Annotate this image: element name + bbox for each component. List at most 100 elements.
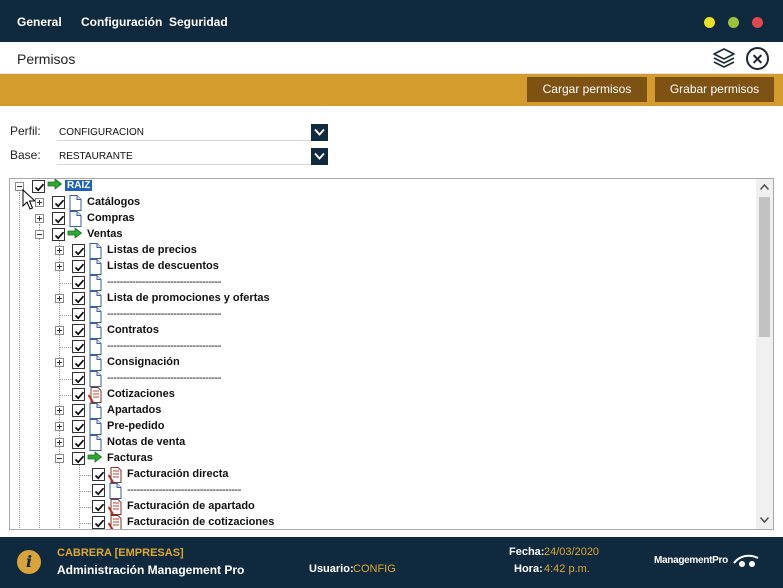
- top-navigation-bar: General Configuración Seguridad: [0, 0, 783, 42]
- checkbox[interactable]: [72, 420, 85, 433]
- checkbox[interactable]: [52, 196, 65, 209]
- document-icon: [88, 419, 102, 435]
- fecha-label: Fecha:: [509, 546, 545, 558]
- tree-node-facturas[interactable]: Facturas: [10, 451, 750, 467]
- checkbox[interactable]: [72, 308, 85, 321]
- expand-toggle[interactable]: [55, 326, 64, 335]
- checkbox[interactable]: [72, 276, 85, 289]
- tree-node-contratos[interactable]: Contratos: [10, 323, 750, 339]
- tree-node-listas-precios[interactable]: Listas de precios: [10, 243, 750, 259]
- checkbox[interactable]: [72, 292, 85, 305]
- expand-toggle[interactable]: [55, 262, 64, 271]
- tree-node-compras[interactable]: Compras: [10, 211, 750, 227]
- page-title: Permisos: [17, 51, 76, 67]
- document-icon: [108, 483, 122, 499]
- checkbox[interactable]: [92, 468, 105, 481]
- checkbox[interactable]: [72, 324, 85, 337]
- expand-toggle[interactable]: [55, 358, 64, 367]
- menu-general[interactable]: General: [17, 15, 62, 29]
- checkbox[interactable]: [92, 516, 105, 529]
- tree-node-facturacion-cotizaciones[interactable]: Facturación de cotizaciones: [10, 515, 750, 529]
- tree-node-listas-descuentos[interactable]: Listas de descuentos: [10, 259, 750, 275]
- tree-node-cotizaciones[interactable]: Cotizaciones: [10, 387, 750, 403]
- tree-node-separator[interactable]: ------------------------------------: [10, 275, 750, 291]
- tree-node-facturacion-directa[interactable]: Facturación directa: [10, 467, 750, 483]
- cargar-permisos-button[interactable]: Cargar permisos: [527, 77, 647, 102]
- checkbox[interactable]: [72, 340, 85, 353]
- perfil-value: CONFIGURACION: [59, 127, 144, 138]
- tree-node-separator[interactable]: ------------------------------------: [10, 483, 750, 499]
- document-icon: [88, 291, 102, 307]
- expand-toggle[interactable]: [55, 406, 64, 415]
- checkbox[interactable]: [72, 404, 85, 417]
- checkbox[interactable]: [72, 372, 85, 385]
- checkbox[interactable]: [72, 356, 85, 369]
- tree-node-catalogos[interactable]: Catálogos: [10, 195, 750, 211]
- menu-seguridad[interactable]: Seguridad: [169, 15, 228, 29]
- grabar-permisos-button[interactable]: Grabar permisos: [655, 77, 774, 102]
- tree-connector: [79, 523, 91, 524]
- checkbox[interactable]: [92, 484, 105, 497]
- collapse-toggle[interactable]: [35, 230, 44, 239]
- checkbox[interactable]: [72, 260, 85, 273]
- brand-logo-icon: [733, 554, 759, 567]
- scroll-down-icon[interactable]: [760, 517, 769, 523]
- checkbox[interactable]: [52, 212, 65, 225]
- tree-node-separator[interactable]: ------------------------------------: [10, 371, 750, 387]
- tree-connector: [59, 347, 71, 348]
- perfil-select[interactable]: CONFIGURACION: [57, 124, 328, 141]
- checkbox[interactable]: [72, 388, 85, 401]
- expand-toggle[interactable]: [35, 214, 44, 223]
- document-icon: [68, 195, 82, 211]
- tree-node-apartados[interactable]: Apartados: [10, 403, 750, 419]
- expand-toggle[interactable]: [55, 438, 64, 447]
- document-icon: [88, 339, 102, 355]
- minimize-button[interactable]: [704, 17, 715, 28]
- chevron-down-icon[interactable]: [311, 148, 328, 165]
- checkbox[interactable]: [72, 452, 85, 465]
- maximize-button[interactable]: [728, 17, 739, 28]
- document-icon: [88, 275, 102, 291]
- expand-toggle[interactable]: [55, 422, 64, 431]
- document-icon: [88, 403, 102, 419]
- document-icon: [88, 243, 102, 259]
- tree-node-separator[interactable]: ------------------------------------: [10, 339, 750, 355]
- tree-node-notas-venta[interactable]: Notas de venta: [10, 435, 750, 451]
- permissions-tree[interactable]: RAIZ Catálogos Compras Ventas Listas de …: [9, 178, 774, 530]
- tree-node-label: ------------------------------------: [107, 340, 221, 352]
- base-select[interactable]: RESTAURANTE: [57, 148, 328, 165]
- tree-connector: [59, 395, 71, 396]
- tree-connector: [59, 315, 71, 316]
- tree-node-prepedido[interactable]: Pre-pedido: [10, 419, 750, 435]
- checkbox[interactable]: [72, 244, 85, 257]
- checkbox[interactable]: [72, 436, 85, 449]
- layers-icon[interactable]: [712, 47, 736, 69]
- tree-node-promociones[interactable]: Lista de promociones y ofertas: [10, 291, 750, 307]
- checkbox[interactable]: [92, 500, 105, 513]
- arrow-right-icon: [67, 227, 83, 239]
- collapse-toggle[interactable]: [55, 454, 64, 463]
- window-close-button[interactable]: [752, 17, 763, 28]
- close-icon[interactable]: [746, 47, 769, 70]
- tree-node-facturacion-apartado[interactable]: Facturación de apartado: [10, 499, 750, 515]
- checkbox[interactable]: [52, 228, 65, 241]
- expand-toggle[interactable]: [35, 198, 44, 207]
- scroll-up-icon[interactable]: [760, 184, 769, 190]
- tree-node-label: Cotizaciones: [107, 388, 175, 400]
- status-footer: i CABRERA [EMPRESAS] Administración Mana…: [0, 537, 783, 588]
- chevron-down-icon[interactable]: [311, 124, 328, 141]
- scrollbar-thumb[interactable]: [759, 197, 770, 337]
- hora-label: Hora:: [514, 563, 543, 575]
- expand-toggle[interactable]: [55, 246, 64, 255]
- tree-node-label: Catálogos: [87, 196, 141, 208]
- tree-node-separator[interactable]: ------------------------------------: [10, 307, 750, 323]
- tree-node-ventas[interactable]: Ventas: [10, 227, 750, 243]
- tree-node-consignacion[interactable]: Consignación: [10, 355, 750, 371]
- tree-node-label: ------------------------------------: [107, 276, 221, 288]
- tree-node-label: Facturación de cotizaciones: [127, 516, 275, 528]
- expand-toggle[interactable]: [55, 294, 64, 303]
- tree-node-raiz[interactable]: RAIZ: [10, 179, 750, 195]
- fecha-value: 24/03/2020: [544, 546, 600, 558]
- menu-configuracion[interactable]: Configuración: [81, 15, 162, 29]
- vertical-scrollbar[interactable]: [756, 179, 773, 529]
